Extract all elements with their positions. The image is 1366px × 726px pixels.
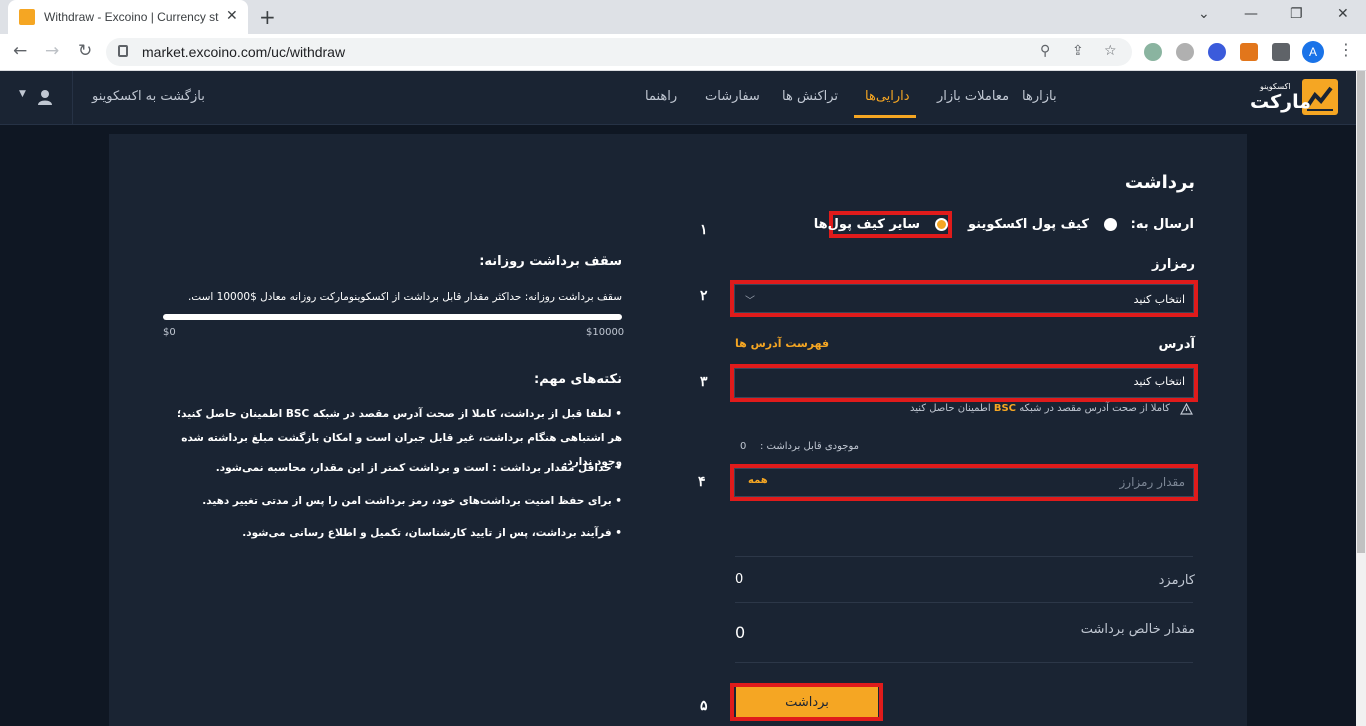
user-icon[interactable]: [37, 89, 53, 105]
zoom-icon[interactable]: ⚲: [1040, 43, 1050, 59]
note-item: • حداقل مقدار برداشت : است و برداشت کمتر…: [215, 462, 622, 474]
reload-icon[interactable]: ↻: [78, 41, 92, 61]
nav-transactions[interactable]: تراکنش ها: [782, 89, 838, 104]
address-label: آدرس: [1158, 337, 1195, 352]
daily-limit-title: سقف برداشت روزانه:: [479, 254, 622, 269]
radio-other-wallets[interactable]: [935, 218, 948, 231]
browser-tab[interactable]: Withdraw - Excoino | Currency st ✕: [8, 0, 248, 34]
bookmark-star-icon[interactable]: ☆: [1104, 43, 1117, 59]
note-item: • فرآیند برداشت، پس از تایید کارشناسان، …: [242, 527, 622, 539]
nav-markets[interactable]: بازارها: [1022, 89, 1057, 104]
chevron-down-icon: ﹀: [745, 296, 755, 307]
network-warning: کاملا از صحت آدرس مقصد در شبکه BSC اطمین…: [910, 403, 1170, 414]
metamask-icon[interactable]: [1240, 43, 1258, 61]
step-number-5: ۵: [700, 698, 708, 714]
option-excoino-wallet[interactable]: کیف پول اکسکوینو: [968, 217, 1089, 232]
all-amount-button[interactable]: همه: [748, 475, 768, 486]
step-number-3: ۳: [700, 374, 708, 390]
nav-trading[interactable]: معاملات بازار: [937, 89, 1009, 104]
new-tab-icon[interactable]: +: [259, 5, 276, 29]
lock-icon: [118, 45, 128, 57]
logo-subtitle: اکسکوینو: [1260, 82, 1291, 91]
currency-select[interactable]: انتخاب کنید ﹀: [734, 284, 1194, 313]
nav-orders[interactable]: سفارشات: [705, 89, 760, 104]
nav-active-underline: [854, 115, 916, 118]
net-amount-label: مقدار خالص برداشت: [1080, 622, 1195, 637]
url-text: market.excoino.com/uc/withdraw: [142, 44, 346, 60]
page-scrollbar[interactable]: [1356, 71, 1366, 726]
excoino-favicon-icon: [19, 9, 35, 25]
window-close-icon[interactable]: ✕: [1337, 6, 1349, 22]
address-bar[interactable]: market.excoino.com/uc/withdraw ⚲ ⇪ ☆: [106, 38, 1132, 66]
logo-title[interactable]: مارکت: [1250, 91, 1311, 113]
nav-assets[interactable]: دارایی‌ها: [865, 89, 910, 104]
important-notes-title: نکته‌های مهم:: [534, 372, 622, 387]
available-balance-label: موجودی قابل برداشت :: [760, 441, 859, 452]
step-number-2: ۲: [700, 288, 708, 304]
progress-min-label: $0: [163, 327, 176, 338]
tab-close-icon[interactable]: ✕: [226, 8, 238, 24]
daily-limit-progress: [163, 314, 622, 320]
step-number-1: ۱: [700, 222, 708, 238]
extension-icon[interactable]: [1176, 43, 1194, 61]
share-icon[interactable]: ⇪: [1072, 43, 1084, 59]
divider: [735, 556, 1193, 557]
withdraw-submit-button[interactable]: برداشت: [736, 687, 878, 717]
ads-extension-icon[interactable]: [1208, 43, 1226, 61]
menu-more-icon[interactable]: ⋮: [1338, 40, 1354, 59]
back-to-excoino-link[interactable]: بازگشت به اکسکوینو: [92, 89, 205, 104]
progress-max-label: $10000: [586, 327, 625, 338]
currency-select-value: انتخاب کنید: [1133, 293, 1185, 306]
fee-label: کارمزد: [1158, 573, 1195, 588]
warning-icon: [1180, 403, 1193, 415]
send-to-label: ارسال به:: [1130, 217, 1194, 232]
browser-titlebar: Withdraw - Excoino | Currency st ✕ + ⌄ —…: [0, 0, 1366, 34]
divider: [735, 662, 1193, 663]
address-input[interactable]: انتخاب کنید: [734, 368, 1194, 398]
forward-arrow-icon[interactable]: →: [45, 41, 59, 61]
js-extension-icon[interactable]: [1144, 43, 1162, 61]
browser-toolbar: ← → ↻ market.excoino.com/uc/withdraw ⚲ ⇪…: [0, 34, 1366, 71]
available-balance-value: 0: [740, 441, 747, 452]
address-list-link[interactable]: فهرست آدرس ها: [735, 337, 829, 350]
app-header: اکسکوینو مارکت بازارها معاملات بازار دار…: [0, 71, 1356, 125]
caret-down-icon[interactable]: ▼: [19, 89, 26, 99]
restore-icon[interactable]: ❐: [1290, 6, 1303, 22]
step-number-4: ۴: [698, 474, 706, 490]
net-amount-value: 0: [735, 623, 746, 642]
scrollbar-thumb[interactable]: [1357, 71, 1365, 553]
amount-input[interactable]: مقدار رمزارز همه: [734, 468, 1194, 497]
currency-label: رمزارز: [1151, 257, 1195, 272]
header-divider: [72, 71, 73, 125]
extensions-puzzle-icon[interactable]: [1272, 43, 1290, 61]
minimize-icon[interactable]: —: [1244, 6, 1258, 22]
fee-value: 0: [735, 572, 744, 587]
nav-help[interactable]: راهنما: [645, 89, 677, 104]
option-other-wallets[interactable]: سایر کیف پول‌ها: [814, 217, 920, 232]
tab-title: Withdraw - Excoino | Currency st: [44, 10, 219, 24]
radio-excoino-wallet[interactable]: [1104, 218, 1117, 231]
profile-avatar[interactable]: A: [1302, 41, 1324, 63]
page-title: برداشت: [1124, 172, 1195, 193]
daily-limit-description: سقف برداشت روزانه: حداکثر مقدار قابل برد…: [187, 291, 622, 303]
amount-input-placeholder: مقدار رمزارز: [1119, 475, 1185, 489]
address-input-value: انتخاب کنید: [1133, 375, 1185, 388]
back-arrow-icon[interactable]: ←: [13, 41, 27, 61]
tab-search-icon[interactable]: ⌄: [1198, 6, 1210, 22]
note-item: • برای حفظ امنیت برداشت‌های خود، رمز برد…: [202, 495, 622, 507]
divider: [735, 602, 1193, 603]
